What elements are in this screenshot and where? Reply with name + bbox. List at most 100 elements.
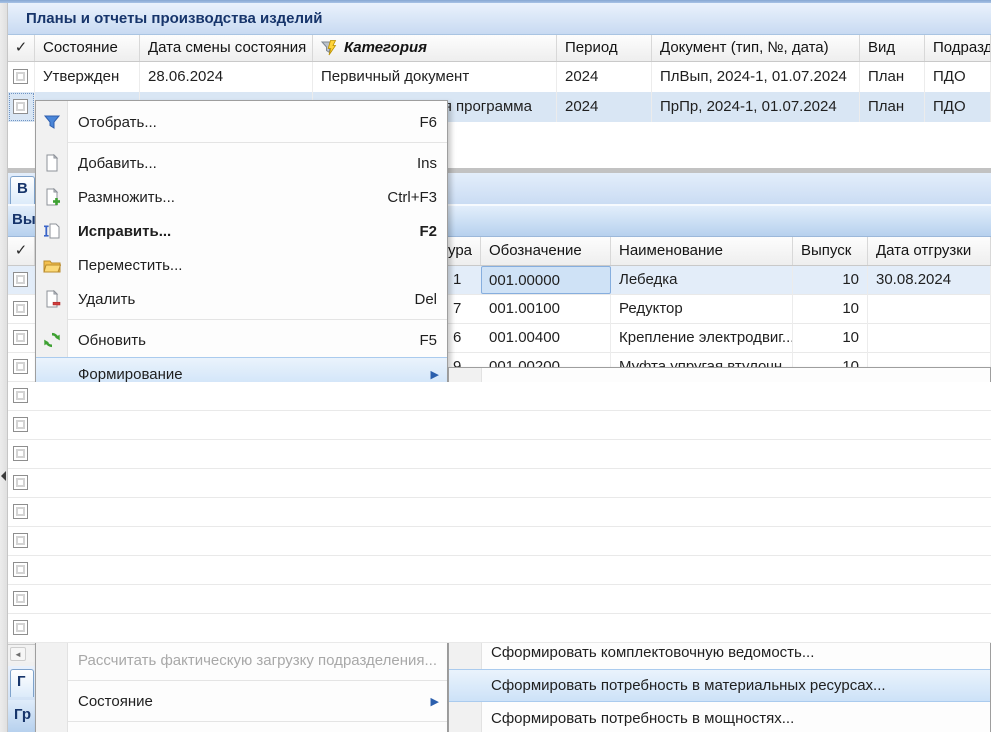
scroll-left-icon[interactable]: ◄: [10, 647, 26, 661]
row-checkbox[interactable]: [13, 69, 28, 84]
tab-fragment-bottom[interactable]: Г: [10, 669, 34, 697]
menu-item-otobrat[interactable]: Отобрать...F6: [36, 105, 447, 139]
products-table-row[interactable]: [8, 614, 991, 643]
row-checkbox[interactable]: [13, 533, 28, 548]
category-filter-icon: [321, 39, 339, 57]
row-check-cell[interactable]: [8, 324, 35, 353]
row-checkbox[interactable]: [13, 388, 28, 403]
cell-code: 001.00400: [481, 324, 611, 353]
products-column-0[interactable]: Обозначение: [481, 237, 611, 265]
products-table-row[interactable]: [8, 469, 991, 498]
menu-item-dobavit[interactable]: Добавить...Ins: [36, 146, 447, 180]
products-table-row[interactable]: [8, 411, 991, 440]
cell-qty: 10: [793, 295, 868, 324]
row-checkbox[interactable]: [13, 504, 28, 519]
filter-icon: [43, 113, 61, 131]
products-column-3[interactable]: Дата отгрузки: [868, 237, 991, 265]
menu-item-label: Состояние: [78, 693, 437, 710]
row-check-cell[interactable]: [8, 62, 35, 92]
check-column-icon: ✓: [15, 39, 28, 56]
products-table-row[interactable]: [8, 498, 991, 527]
refresh-icon: [43, 331, 61, 349]
menu-item-label: Сформировать потребность в мощностях...: [491, 710, 980, 727]
products-table-row[interactable]: [8, 556, 991, 585]
cell-state: Утвержден: [35, 62, 140, 92]
row-checkbox[interactable]: [13, 272, 28, 287]
add-document-icon: [43, 154, 61, 172]
plans-column-5[interactable]: Вид: [860, 35, 925, 61]
row-checkbox[interactable]: [13, 591, 28, 606]
submenu-arrow-icon: ▶: [431, 695, 439, 708]
menu-item-udalit[interactable]: Удалить Del: [36, 282, 447, 316]
plans-table-row[interactable]: Утвержден28.06.2024Первичный документ202…: [8, 62, 991, 92]
move-folder-icon: [43, 256, 61, 274]
cell-qty: 10: [793, 324, 868, 353]
row-checkbox[interactable]: [13, 475, 28, 490]
menu-shortcut: Ctrl+F3: [387, 189, 437, 206]
plans-column-3[interactable]: Период: [557, 35, 652, 61]
cell-category: Первичный документ: [313, 62, 557, 92]
row-check-cell[interactable]: [8, 295, 35, 324]
cell-name: Крепление электродвиг...: [611, 324, 793, 353]
cell-fragment: 6: [448, 324, 481, 353]
cell-dept: ПДО: [925, 62, 991, 92]
cell-kind: План: [860, 62, 925, 92]
menu-item-potrebnost-materialnye-resursy[interactable]: Сформировать потребность в материальных …: [449, 669, 990, 702]
menu-item-ispravit[interactable]: Исправить...F2: [36, 214, 447, 248]
products-table-row[interactable]: [8, 440, 991, 469]
menu-item-fakticheskaya-zagruzka[interactable]: Рассчитать фактическую загрузку подразде…: [36, 643, 447, 677]
products-table-row[interactable]: [8, 527, 991, 556]
collapse-left-icon[interactable]: [1, 471, 6, 481]
cell-fragment: 7: [448, 295, 481, 324]
row-check-cell[interactable]: [8, 266, 35, 295]
menu-shortcut: F6: [419, 114, 437, 131]
menu-item-razmnozhit[interactable]: Размножить... Ctrl+F3: [36, 180, 447, 214]
menu-item-label: Сформировать потребность в материальных …: [491, 677, 980, 694]
products-column-2[interactable]: Выпуск: [793, 237, 868, 265]
menu-item-label: Переместить...: [78, 257, 437, 274]
vertical-splitter[interactable]: [0, 3, 8, 732]
row-check-cell[interactable]: [8, 353, 35, 382]
plans-column-6[interactable]: Подразд: [925, 35, 991, 61]
plans-column-0[interactable]: Состояние: [35, 35, 140, 61]
products-table-row[interactable]: [8, 382, 991, 411]
row-checkbox[interactable]: [13, 301, 28, 316]
row-checkbox[interactable]: [13, 359, 28, 374]
menu-separator: [36, 319, 447, 320]
cell-kind: План: [860, 92, 925, 122]
cell-dept: ПДО: [925, 92, 991, 122]
products-column-check[interactable]: ✓: [8, 237, 35, 265]
row-checkbox[interactable]: [13, 99, 28, 114]
tab-fragment-top[interactable]: В: [10, 176, 35, 204]
menu-item-label: Размножить...: [78, 189, 375, 206]
plans-column-check[interactable]: ✓: [8, 35, 35, 61]
row-check-cell[interactable]: [8, 92, 35, 122]
plans-column-4[interactable]: Документ (тип, №, дата): [652, 35, 860, 61]
menu-item-sostoyanie[interactable]: Состояние▶: [36, 684, 447, 718]
plans-column-1[interactable]: Дата смены состояния: [140, 35, 313, 61]
row-checkbox[interactable]: [13, 562, 28, 577]
products-column-1[interactable]: Наименование: [611, 237, 793, 265]
cell-name: Лебедка: [611, 266, 793, 295]
menu-shortcut: F5: [419, 332, 437, 349]
menu-item-obnovit[interactable]: ОбновитьF5: [36, 323, 447, 357]
row-checkbox[interactable]: [13, 620, 28, 635]
menu-shortcut: Del: [414, 291, 437, 308]
horizontal-scrollbar[interactable]: ◄: [8, 644, 35, 662]
row-checkbox[interactable]: [13, 330, 28, 345]
menu-item-potrebnost-moshchnosti[interactable]: Сформировать потребность в мощностях...: [449, 702, 990, 732]
menu-item-peremestit[interactable]: Переместить...: [36, 248, 447, 282]
row-checkbox[interactable]: [13, 446, 28, 461]
menu-item-label: Удалить: [78, 291, 402, 308]
cell-ship-date: 30.08.2024: [868, 266, 991, 295]
cell-date: 28.06.2024: [140, 62, 313, 92]
cell-name: Редуктор: [611, 295, 793, 324]
panel-title: Планы и отчеты производства изделий: [8, 3, 991, 35]
menu-separator: [36, 680, 447, 681]
submenu-arrow-icon: ▶: [431, 368, 439, 381]
products-table-row[interactable]: [8, 585, 991, 614]
row-checkbox[interactable]: [13, 417, 28, 432]
plans-column-2[interactable]: Категория: [313, 35, 557, 61]
focused-cell-code[interactable]: 001.00000: [481, 266, 611, 294]
menu-shortcut: Ins: [417, 155, 437, 172]
